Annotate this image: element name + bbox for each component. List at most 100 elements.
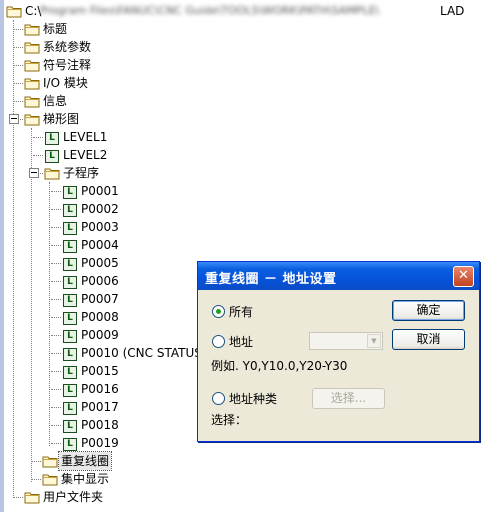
folder-icon: [42, 472, 58, 486]
tree-item-label: P0018: [81, 418, 119, 432]
folder-icon: [24, 490, 40, 504]
radio-address-type-label[interactable]: 地址种类: [229, 390, 277, 407]
dialog-title: 重复线圈 － 地址设置: [205, 272, 337, 287]
close-icon[interactable]: ✕: [453, 266, 474, 287]
tree-item-label: P0005: [81, 256, 119, 270]
tree-line: [51, 371, 61, 372]
tree-item-label: P0010 (CNC STATUS): [81, 346, 207, 360]
radio-address[interactable]: [212, 335, 225, 348]
tree-line: [31, 461, 41, 462]
ladder-program-icon: L: [44, 130, 60, 145]
ladder-program-icon: L: [62, 382, 78, 397]
ladder-program-icon: L: [62, 220, 78, 235]
tree-line: [51, 407, 61, 408]
radio-address-type[interactable]: [212, 392, 225, 405]
tree-line: [51, 335, 61, 336]
ladder-program-icon: L: [62, 346, 78, 361]
collapse-toggle[interactable]: [29, 168, 39, 178]
ladder-icon-letter: L: [63, 366, 77, 379]
ladder-icon-letter: L: [63, 420, 77, 433]
folder-icon: [42, 454, 58, 468]
folder-icon: [24, 76, 40, 90]
tree-item-label: P0019: [81, 436, 119, 450]
address-settings-dialog: 重复线圈 － 地址设置 ✕ 所有 地址 ▼ 例如. Y0,Y10.0,Y20-Y…: [197, 261, 480, 442]
ladder-program-icon: L: [62, 328, 78, 343]
tree-line: [13, 65, 23, 66]
tree-item-label: LEVEL1: [63, 130, 108, 144]
tree-line: [51, 263, 61, 264]
cancel-button[interactable]: 取消: [392, 329, 465, 350]
tree-item-label: 用户文件夹: [43, 490, 104, 504]
address-example: 例如. Y0,Y10.0,Y20-Y30: [211, 359, 348, 373]
tree-line: [13, 47, 23, 48]
tree-item-label: P0009: [81, 328, 119, 342]
ladder-icon-letter: L: [63, 222, 77, 235]
tree-item-label: 标题: [43, 22, 68, 36]
radio-all[interactable]: [212, 305, 225, 318]
address-combo[interactable]: ▼: [309, 332, 383, 350]
tree-item-label: 梯形图: [43, 112, 80, 126]
ladder-program-icon: L: [62, 256, 78, 271]
tree-item-label: 系统参数: [43, 40, 92, 54]
tree-item-label: P0003: [81, 220, 119, 234]
tree-item-label: P0015: [81, 364, 119, 378]
ladder-icon-letter: L: [63, 438, 77, 451]
ladder-icon-letter: L: [63, 348, 77, 361]
folder-icon: [24, 112, 40, 126]
folder-icon: [24, 40, 40, 54]
tree-item-label: P0002: [81, 202, 119, 216]
ladder-program-icon: L: [62, 292, 78, 307]
tree-line: [51, 209, 61, 210]
tree-item-label: P0017: [81, 400, 119, 414]
chevron-down-icon[interactable]: ▼: [367, 334, 381, 348]
tree-line: [51, 227, 61, 228]
tree-line: [33, 137, 43, 138]
tree-line: [51, 443, 61, 444]
tree-item-label: 信息: [43, 94, 68, 108]
tree-line: [13, 101, 23, 102]
folder-icon: [24, 94, 40, 108]
ladder-icon-letter: L: [63, 186, 77, 199]
folder-icon: [24, 22, 40, 36]
tree-item-label: P0016: [81, 382, 119, 396]
tree-item-label: P0007: [81, 292, 119, 306]
ladder-icon-letter: L: [45, 132, 59, 145]
window-left-edge: [0, 0, 4, 512]
tree-root[interactable]: C:\ Program Files\FANUC\CNC Guide\TOOLS\…: [6, 2, 476, 20]
folder-icon: [44, 166, 60, 180]
tree-item-label: P0008: [81, 310, 119, 324]
folder-icon: [24, 58, 40, 72]
ladder-icon-letter: L: [63, 276, 77, 289]
tree-item-label: 集中显示: [61, 472, 110, 486]
tree-item-label: 重复线圈: [57, 451, 113, 471]
ladder-icon-letter: L: [63, 402, 77, 415]
tree-line: [31, 479, 41, 480]
ladder-icon-letter: L: [63, 204, 77, 217]
collapse-toggle[interactable]: [9, 114, 19, 124]
ladder-program-icon: L: [62, 418, 78, 433]
select-button[interactable]: 选择...: [312, 388, 385, 409]
tree-line: [51, 353, 61, 354]
dialog-titlebar[interactable]: 重复线圈 － 地址设置 ✕: [198, 262, 479, 290]
tree-line: [13, 497, 23, 498]
ladder-icon-letter: L: [63, 258, 77, 271]
ladder-icon-letter: L: [63, 240, 77, 253]
tree-line: [13, 29, 23, 30]
ladder-program-icon: L: [62, 184, 78, 199]
tree-line: [51, 299, 61, 300]
tree-line: [31, 128, 32, 482]
radio-address-label[interactable]: 地址: [229, 333, 253, 350]
folder-icon: [6, 4, 22, 18]
ladder-program-icon: L: [62, 274, 78, 289]
tree-line: [51, 389, 61, 390]
select-caption: 选择：: [211, 413, 248, 427]
ladder-program-icon: L: [62, 400, 78, 415]
ok-button[interactable]: 确定: [392, 300, 465, 321]
tree-item-label: 子程序: [63, 166, 100, 180]
tree-item-label: LEVEL2: [63, 148, 108, 162]
ladder-icon-letter: L: [63, 384, 77, 397]
tree-line: [13, 83, 23, 84]
tree-line: [51, 191, 61, 192]
ladder-icon-letter: L: [63, 294, 77, 307]
radio-all-label[interactable]: 所有: [229, 303, 253, 320]
